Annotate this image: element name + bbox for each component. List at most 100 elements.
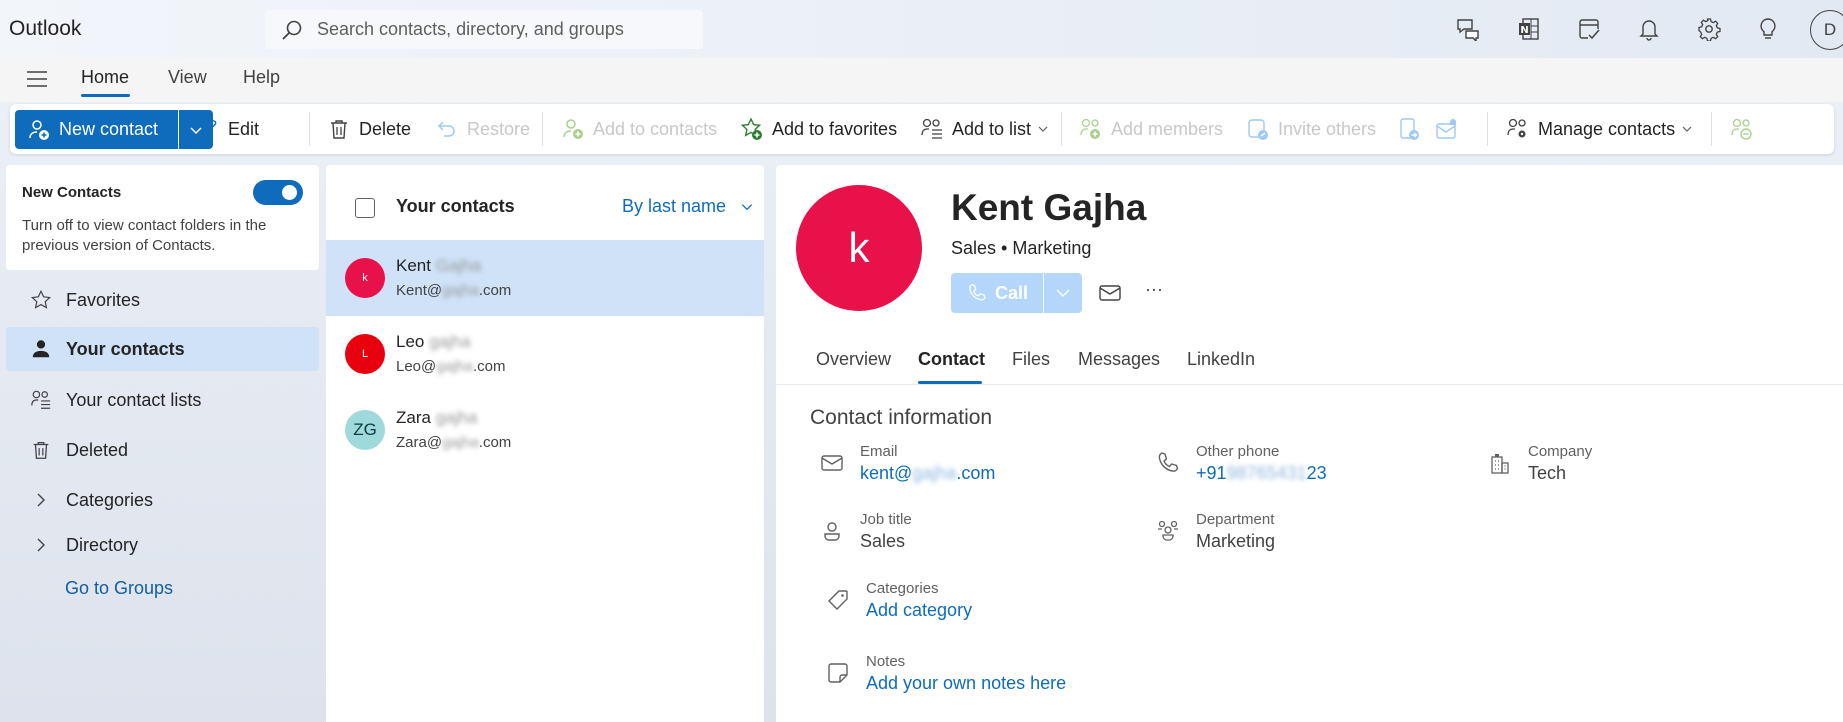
contact-full-name: Kent Gajha (951, 187, 1147, 228)
tab-overview[interactable]: Overview (816, 349, 891, 370)
add-members-icon (1079, 117, 1103, 141)
star-icon (30, 289, 52, 311)
app-title[interactable]: Outlook (9, 17, 81, 41)
contact-list-icon (920, 117, 944, 141)
feedback-icon[interactable] (1453, 14, 1483, 44)
contact-detail-panel: k Kent Gajha Sales • Marketing Call ··· … (776, 165, 1843, 722)
toolbar-divider (1487, 112, 1488, 146)
star-add-icon (740, 117, 764, 141)
field-label: Company (1528, 443, 1593, 460)
edit-label: Edit (228, 118, 260, 139)
contact-row[interactable]: L Leo gajha Leo@gajha.com (326, 316, 764, 392)
phone-icon (1156, 451, 1180, 475)
sync-contacts-button[interactable] (1730, 110, 1762, 148)
field-label: Email (860, 443, 898, 460)
search-icon (281, 19, 303, 41)
sidebar-item-favorites[interactable]: Favorites (6, 278, 319, 322)
onenote-icon[interactable]: N (1514, 14, 1544, 44)
gear-icon[interactable] (1694, 14, 1724, 44)
add-members-button[interactable]: Add members (1079, 110, 1223, 148)
field-value: Sales (860, 531, 906, 551)
manage-contacts-button[interactable]: Manage contacts (1506, 110, 1693, 148)
new-contacts-toggle[interactable] (253, 180, 303, 205)
sidebar-item-categories[interactable]: Categories (6, 478, 319, 522)
contact-avatar-large: k (796, 185, 922, 311)
phone-link[interactable]: +919876543123 (1196, 463, 1327, 484)
sidebar-item-directory[interactable]: Directory (6, 523, 319, 567)
contact-avatar: ZG (345, 410, 385, 450)
contact-email: Leo@gajha.com (396, 358, 506, 375)
contact-avatar: k (345, 258, 385, 298)
tab-home[interactable]: Home (81, 67, 129, 88)
restore-button[interactable]: Restore (435, 110, 530, 148)
sidebar-item-deleted[interactable]: Deleted (6, 428, 319, 472)
invite-others-button[interactable]: Invite others (1246, 110, 1376, 148)
add-to-favorites-button[interactable]: Add to favorites (740, 110, 897, 148)
contact-list-panel: Your contacts By last name k Kent Gajha … (326, 165, 764, 722)
search-input[interactable]: Search contacts, directory, and groups (265, 10, 703, 49)
toolbar-divider (309, 112, 310, 146)
add-to-contacts-button[interactable]: Add to contacts (561, 110, 717, 148)
sidebar-item-your-contact-lists[interactable]: Your contact lists (6, 378, 319, 422)
sidebar-item-label: Deleted (66, 439, 129, 460)
add-members-label: Add members (1111, 118, 1224, 139)
edit-button[interactable]: Edit (196, 110, 259, 148)
contact-row[interactable]: k Kent Gajha Kent@gajha.com (326, 240, 764, 316)
lightbulb-icon[interactable] (1753, 14, 1783, 44)
field-label: Notes (866, 653, 906, 670)
add-to-list-button[interactable]: Add to list (920, 110, 1049, 148)
chevron-down-icon (1038, 126, 1048, 132)
manage-people-icon (1506, 117, 1530, 141)
sidebar-item-label: Directory (66, 534, 139, 555)
phone-icon (967, 283, 987, 303)
mail-bell-icon (1435, 117, 1459, 141)
field-label: Other phone (1196, 443, 1280, 460)
pencil-icon (196, 117, 220, 141)
account-avatar[interactable]: D (1810, 10, 1843, 50)
sidebar-item-your-contacts[interactable]: Your contacts (6, 327, 319, 371)
tab-files[interactable]: Files (1012, 349, 1050, 370)
export-contact-button[interactable] (1398, 110, 1430, 148)
new-contact-label: New contact (59, 119, 159, 139)
tab-contact[interactable]: Contact (918, 349, 985, 370)
svg-text:N: N (1520, 25, 1528, 36)
contact-row[interactable]: ZG Zara gajha Zara@gajha.com (326, 392, 764, 468)
tab-help[interactable]: Help (243, 67, 280, 88)
toolbar-divider (1061, 112, 1062, 146)
go-to-groups-link[interactable]: Go to Groups (65, 578, 173, 599)
select-all-checkbox[interactable] (355, 198, 375, 218)
more-options-button[interactable]: ··· (1142, 280, 1166, 305)
new-contact-button[interactable]: New contact (15, 110, 178, 149)
avatar-initials: k (848, 224, 870, 271)
hamburger-menu-icon[interactable] (24, 68, 50, 90)
email-link[interactable]: kent@gajha.com (860, 463, 995, 484)
restore-label: Restore (467, 118, 531, 139)
sort-dropdown[interactable]: By last name (622, 196, 754, 217)
tab-messages[interactable]: Messages (1078, 349, 1160, 370)
new-contacts-description: Turn off to view contact folders in the … (22, 217, 267, 254)
email-button[interactable] (1098, 281, 1122, 305)
call-button[interactable]: Call (951, 273, 1043, 313)
delete-label: Delete (359, 118, 412, 139)
person-icon (30, 338, 52, 360)
add-notes-link[interactable]: Add your own notes here (866, 673, 1066, 694)
field-label: Department (1196, 511, 1275, 528)
chevron-down-icon (741, 203, 753, 210)
tab-view[interactable]: View (168, 67, 207, 88)
mail-alert-button[interactable] (1435, 110, 1467, 148)
person-outline-icon (820, 519, 844, 543)
undo-icon (435, 117, 459, 141)
todo-icon[interactable] (1574, 14, 1604, 44)
contact-list-icon (30, 389, 52, 411)
add-to-list-label: Add to list (952, 118, 1032, 139)
sidebar-item-label: Favorites (66, 289, 141, 310)
field-value: Marketing (1196, 531, 1276, 551)
tab-linkedin[interactable]: LinkedIn (1187, 349, 1255, 370)
delete-button[interactable]: Delete (327, 110, 411, 148)
call-dropdown[interactable] (1044, 273, 1082, 313)
trash-icon (327, 117, 351, 141)
bell-icon[interactable] (1634, 14, 1664, 44)
contact-subtitle: Sales • Marketing (951, 238, 1092, 258)
add-category-link[interactable]: Add category (866, 600, 972, 621)
add-person-icon (561, 117, 585, 141)
